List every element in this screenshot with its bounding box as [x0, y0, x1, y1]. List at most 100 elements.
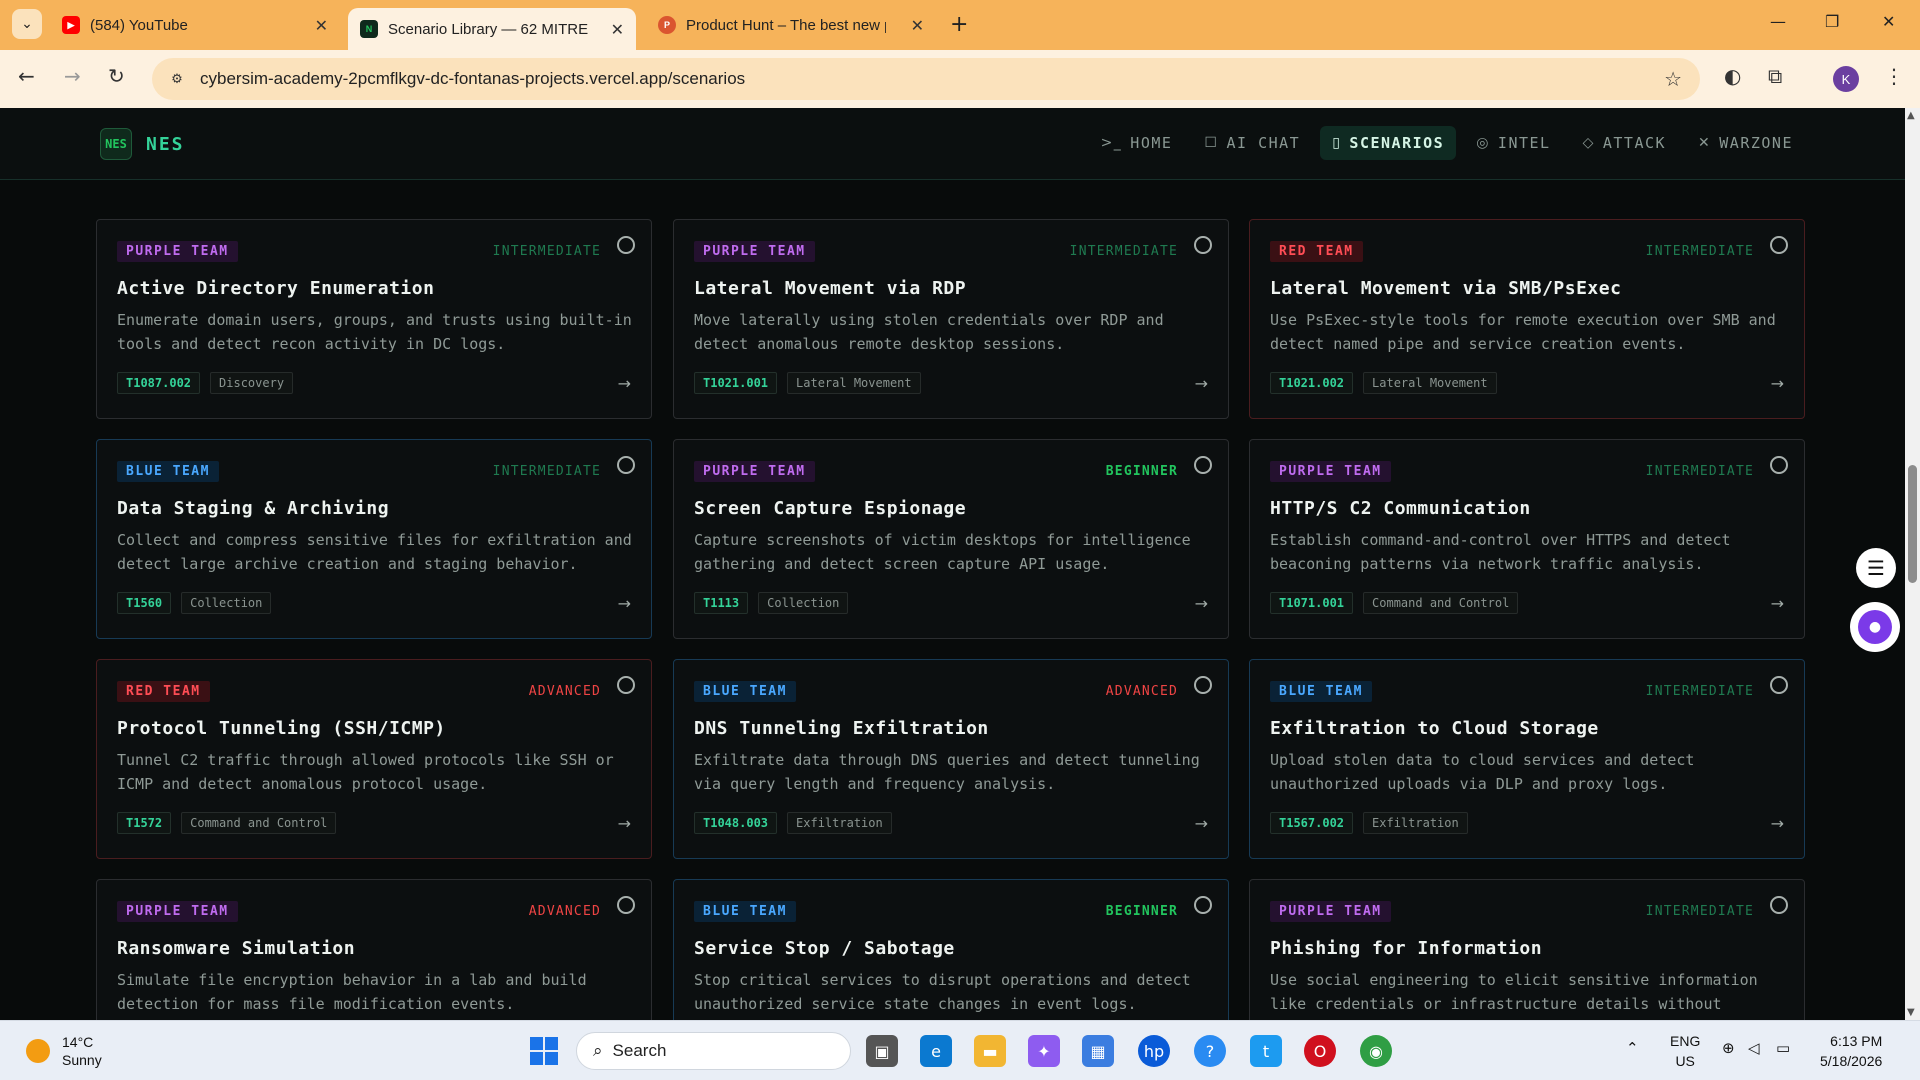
arrow-right-icon[interactable]: → — [618, 814, 631, 833]
scenario-title: Screen Capture Espionage — [694, 498, 967, 519]
select-radio[interactable] — [617, 676, 635, 694]
select-radio[interactable] — [1770, 236, 1788, 254]
search-label: Search — [612, 1041, 667, 1060]
arrow-right-icon[interactable]: → — [618, 594, 631, 613]
tab-product-hunt[interactable]: P Product Hunt – The best new products ✕ — [646, 8, 936, 42]
chrome-icon[interactable]: ◉ — [1360, 1035, 1392, 1067]
tab-search-button[interactable]: ⌄ — [12, 9, 42, 39]
select-radio[interactable] — [1194, 676, 1212, 694]
technique-id-tag: T1087.002 — [117, 372, 201, 394]
weather-widget[interactable]: 14°C Sunny — [26, 1033, 102, 1069]
nav-intel[interactable]: ◎ INTEL — [1464, 126, 1562, 160]
scroll-down-icon[interactable]: ▼ — [1907, 1007, 1915, 1018]
scroll-up-icon[interactable]: ▲ — [1907, 110, 1915, 121]
difficulty-label: INTERMEDIATE — [492, 244, 601, 259]
file-explorer-icon[interactable]: ▬ — [974, 1035, 1006, 1067]
minimize-button[interactable]: — — [1770, 12, 1786, 31]
window-close-button[interactable]: ✕ — [1882, 12, 1895, 31]
select-radio[interactable] — [1770, 456, 1788, 474]
bookmark-star-icon[interactable]: ☆ — [1664, 67, 1682, 91]
select-radio[interactable] — [1770, 896, 1788, 914]
select-radio[interactable] — [1194, 236, 1212, 254]
close-icon[interactable]: ✕ — [315, 16, 328, 35]
taskbar-search[interactable]: ⌕ Search — [576, 1032, 851, 1070]
assistant-button[interactable]: ● — [1850, 602, 1900, 652]
nav-scenarios[interactable]: ▯ SCENARIOS — [1320, 126, 1457, 160]
volume-icon[interactable]: ◁ — [1748, 1039, 1760, 1057]
scenario-card[interactable]: PURPLE TEAM INTERMEDIATE HTTP/S C2 Communi… — [1249, 439, 1805, 639]
team-badge: PURPLE TEAM — [694, 241, 815, 262]
tab-youtube[interactable]: ▶ (584) YouTube ✕ — [50, 8, 340, 42]
select-radio[interactable] — [617, 456, 635, 474]
site-info-icon[interactable]: ⚙ — [166, 68, 188, 90]
scenario-card[interactable]: BLUE TEAM INTERMEDIATE Exfiltration to Clo… — [1249, 659, 1805, 859]
language-indicator[interactable]: ENG US — [1670, 1031, 1700, 1071]
browser-toolbar: ← → ↻ ⚙ cybersim-academy-2pcmflkgv-dc-fo… — [0, 50, 1920, 108]
menu-icon[interactable]: ⋮ — [1884, 64, 1904, 88]
restore-button[interactable]: ❐ — [1825, 12, 1839, 31]
arrow-right-icon[interactable]: → — [1195, 814, 1208, 833]
edge-icon[interactable]: e — [920, 1035, 952, 1067]
difficulty-label: INTERMEDIATE — [1645, 244, 1754, 259]
arrow-right-icon[interactable]: → — [1771, 814, 1784, 833]
scenario-card[interactable]: PURPLE TEAM INTERMEDIATE Phishing for Info… — [1249, 879, 1805, 1020]
profile-avatar[interactable]: K — [1833, 66, 1859, 92]
nav-home[interactable]: >_ HOME — [1089, 126, 1185, 160]
back-button[interactable]: ← — [18, 64, 35, 88]
select-radio[interactable] — [617, 896, 635, 914]
arrow-right-icon[interactable]: → — [1195, 374, 1208, 393]
nav-attack[interactable]: ◇ ATTACK — [1571, 126, 1678, 160]
arrow-right-icon[interactable]: → — [618, 374, 631, 393]
scenario-card[interactable]: BLUE TEAM BEGINNER Service Stop / Sabotage… — [673, 879, 1229, 1020]
network-icon[interactable]: ⊕ — [1722, 1039, 1735, 1057]
nav-warzone[interactable]: ✕ WARZONE — [1686, 126, 1805, 160]
opera-icon[interactable]: O — [1304, 1035, 1336, 1067]
select-radio[interactable] — [1770, 676, 1788, 694]
forward-button[interactable]: → — [64, 64, 81, 88]
store-icon[interactable]: ▦ — [1082, 1035, 1114, 1067]
nav-ai-chat[interactable]: ☐ AI CHAT — [1192, 126, 1312, 160]
arrow-right-icon[interactable]: → — [1771, 594, 1784, 613]
time: 6:13 PM — [1830, 1033, 1883, 1049]
reading-list-icon[interactable]: ☰ — [1856, 548, 1896, 588]
start-button[interactable] — [530, 1037, 558, 1065]
reload-button[interactable]: ↻ — [108, 64, 125, 88]
difficulty-label: ADVANCED — [528, 904, 601, 919]
scenario-card[interactable]: RED TEAM ADVANCED Protocol Tunneling (SSH/… — [96, 659, 652, 859]
battery-icon[interactable]: ▭ — [1776, 1039, 1790, 1057]
terminal-icon: >_ — [1100, 135, 1123, 151]
scrollbar-thumb[interactable] — [1908, 465, 1917, 583]
scenario-card[interactable]: BLUE TEAM ADVANCED DNS Tunneling Exfiltrat… — [673, 659, 1229, 859]
scenario-title: Exfiltration to Cloud Storage — [1270, 718, 1599, 739]
new-tab-button[interactable]: + — [950, 12, 968, 37]
scenario-card[interactable]: BLUE TEAM INTERMEDIATE Data Staging & Arch… — [96, 439, 652, 639]
hp-icon[interactable]: hp — [1138, 1035, 1170, 1067]
address-bar[interactable]: ⚙ cybersim-academy-2pcmflkgv-dc-fontanas… — [152, 58, 1700, 100]
copilot-icon[interactable]: ✦ — [1028, 1035, 1060, 1067]
clock[interactable]: 6:13 PM 5/18/2026 — [1820, 1031, 1882, 1071]
close-icon[interactable]: ✕ — [911, 16, 924, 35]
select-radio[interactable] — [1194, 456, 1212, 474]
tab-scenario-library[interactable]: N Scenario Library — 62 MITRE ATT&CK ✕ — [348, 8, 636, 50]
close-icon[interactable]: ✕ — [611, 20, 624, 39]
select-radio[interactable] — [1194, 896, 1212, 914]
arrow-right-icon[interactable]: → — [1771, 374, 1784, 393]
tray-overflow-icon[interactable]: ⌃ — [1626, 1039, 1639, 1057]
scenario-card[interactable]: PURPLE TEAM INTERMEDIATE Lateral Movement … — [673, 219, 1229, 419]
scenario-card[interactable]: PURPLE TEAM BEGINNER Screen Capture Espion… — [673, 439, 1229, 639]
scenario-card[interactable]: PURPLE TEAM INTERMEDIATE Active Directory … — [96, 219, 652, 419]
scenario-title: Ransomware Simulation — [117, 938, 356, 959]
lens-icon[interactable]: ◐ — [1724, 64, 1741, 88]
scenario-card[interactable]: RED TEAM INTERMEDIATE Lateral Movement via… — [1249, 219, 1805, 419]
arrow-right-icon[interactable]: → — [1195, 594, 1208, 613]
select-radio[interactable] — [617, 236, 635, 254]
help-icon[interactable]: ? — [1194, 1035, 1226, 1067]
page-scrollbar[interactable]: ▲ ▼ — [1905, 108, 1920, 1020]
twitter-icon[interactable]: t — [1250, 1035, 1282, 1067]
url-text[interactable]: cybersim-academy-2pcmflkgv-dc-fontanas-p… — [200, 69, 745, 89]
tactic-tag: Lateral Movement — [787, 372, 921, 394]
task-view-icon[interactable]: ▣ — [866, 1035, 898, 1067]
site-logo[interactable]: NES NES — [100, 128, 185, 160]
scenario-card[interactable]: PURPLE TEAM ADVANCED Ransomware Simulation… — [96, 879, 652, 1020]
extensions-icon[interactable]: ⧉ — [1768, 64, 1782, 88]
